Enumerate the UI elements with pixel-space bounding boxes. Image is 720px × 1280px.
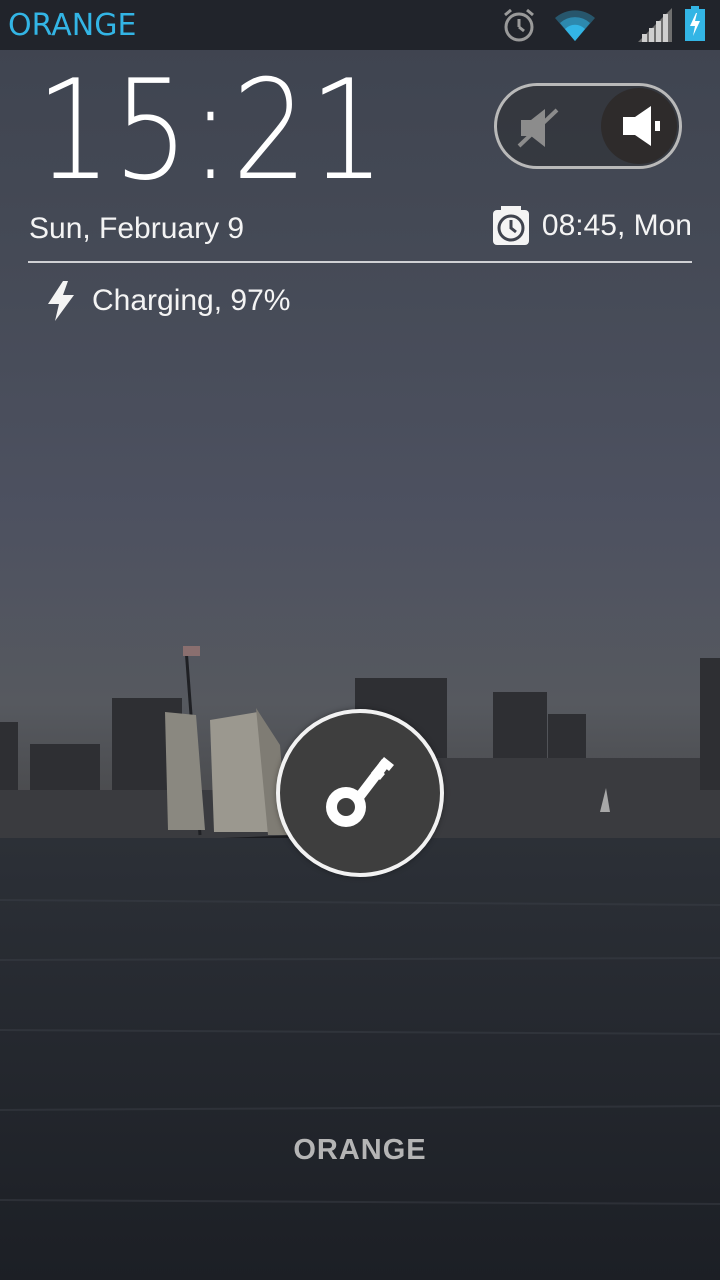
lockscreen-date: Sun, February 9: [29, 212, 245, 245]
next-alarm: 08:45, Mon: [492, 206, 692, 246]
status-bar: ORANGE: [0, 0, 720, 50]
signal-icon: [638, 8, 672, 42]
sound-toggle[interactable]: [494, 83, 682, 169]
lightning-bolt-icon: [48, 281, 74, 321]
lockscreen-clock: 15:21: [36, 50, 387, 211]
next-alarm-label: 08:45, Mon: [541, 209, 692, 242]
key-icon: [326, 757, 394, 827]
charging-status: Charging, 97%: [46, 281, 290, 321]
speaker-icon: [623, 106, 660, 146]
alarm-icon: [504, 8, 534, 42]
toggle-knob[interactable]: [601, 88, 677, 164]
charging-label: Charging, 97%: [92, 284, 291, 317]
carrier-label: ORANGE: [8, 8, 137, 43]
alarm-clock-icon: [492, 206, 529, 245]
lockscreen: ORANGE 15:21 Sun, February 9 08:45, Mon …: [0, 0, 720, 1280]
carrier-footer: ORANGE: [293, 1134, 427, 1166]
unlock-button[interactable]: [276, 709, 444, 877]
muted-speaker-icon[interactable]: [517, 106, 561, 150]
battery-charging-icon: [685, 6, 705, 41]
wifi-icon: [555, 10, 595, 41]
divider: [28, 261, 692, 263]
